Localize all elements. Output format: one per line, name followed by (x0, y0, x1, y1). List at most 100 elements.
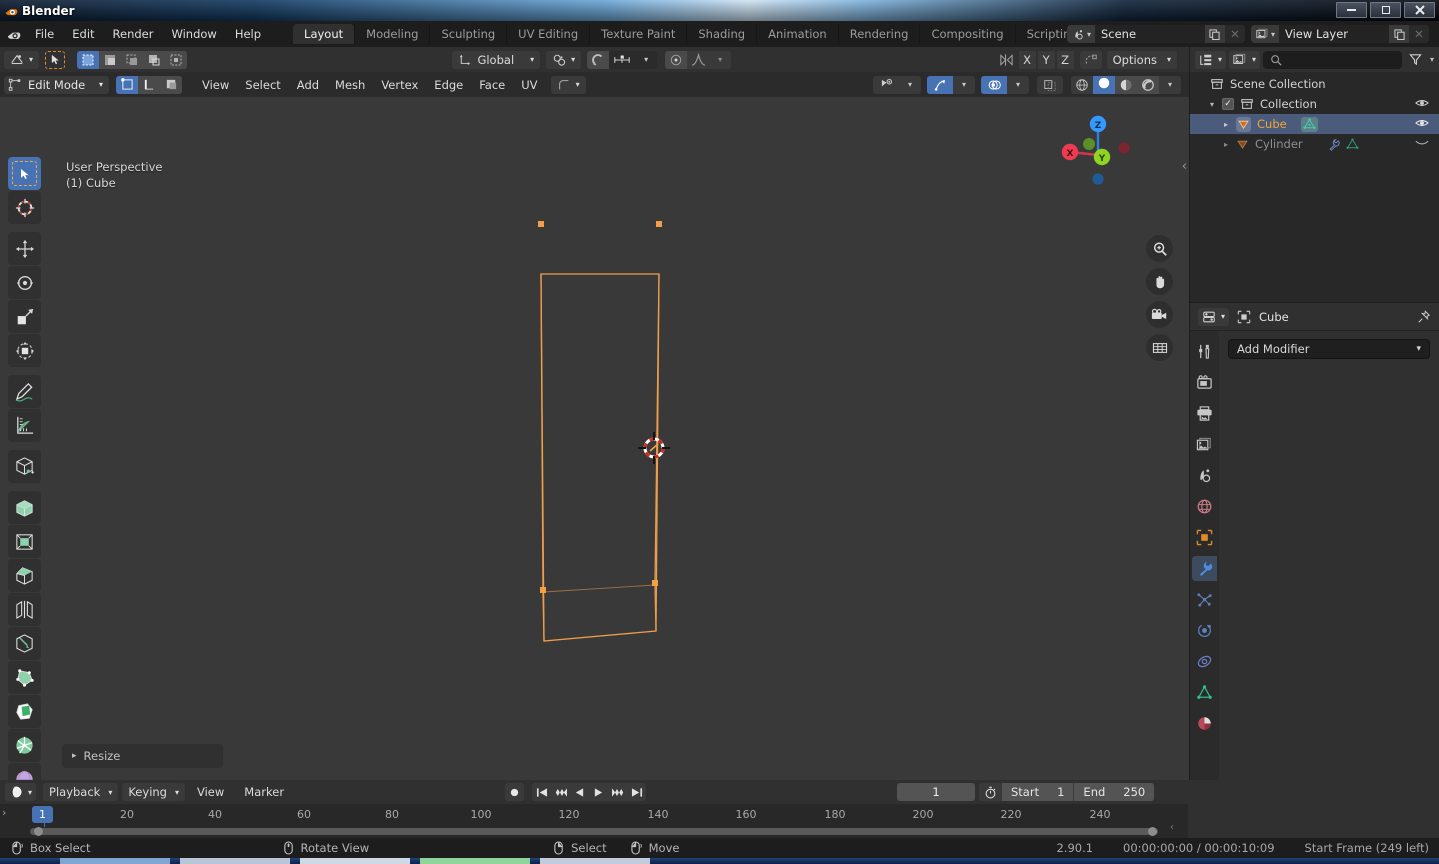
transform-tool-icon[interactable] (8, 334, 41, 367)
cursor-tool-icon[interactable] (8, 191, 41, 224)
proportional-edit-icon[interactable] (665, 50, 688, 69)
tab-texture-paint[interactable]: Texture Paint (589, 24, 686, 44)
overlays-chevron-down-icon[interactable]: ▾ (1007, 76, 1029, 94)
collection-expander-icon[interactable]: ▾ (1206, 100, 1218, 109)
timeline-scroll-handle-left[interactable] (34, 827, 43, 836)
menu-render[interactable]: Render (104, 25, 163, 43)
minimize-button[interactable] (1336, 2, 1367, 18)
properties-editor[interactable]: ▾ Cube Add Modifier ▾ (1190, 303, 1439, 780)
jump-to-end-icon[interactable] (627, 783, 646, 801)
gizmo-chevron-down-icon[interactable]: ▾ (953, 76, 975, 94)
tab-sculpting[interactable]: Sculpting (429, 24, 506, 44)
render-camera-icon[interactable] (1192, 370, 1217, 395)
show-hide-icon[interactable] (873, 76, 899, 94)
camera-view-icon[interactable] (1146, 301, 1173, 328)
spin-tool-icon[interactable] (8, 695, 41, 728)
visibility-chevron-down-icon[interactable]: ▾ (899, 76, 921, 94)
images-icon[interactable] (1192, 432, 1217, 457)
keying-menu[interactable]: Keying ▾ (122, 783, 185, 801)
physics-orbit-icon[interactable] (1192, 618, 1217, 643)
knife-tool-icon[interactable] (8, 627, 41, 660)
timeline-collapse-chevron-icon[interactable]: ‹ (1170, 822, 1174, 833)
mirror-axis-y[interactable]: Y (1037, 50, 1055, 69)
new-scene-button[interactable] (1204, 25, 1225, 43)
outliner-editor-type-icon[interactable]: ▾ (1195, 50, 1227, 69)
sidebar-expand-chevron-icon[interactable]: ‹ (1182, 159, 1187, 174)
mirror-axis-z[interactable]: Z (1056, 50, 1074, 69)
particles-icon[interactable] (1192, 587, 1217, 612)
delete-scene-button[interactable]: ✕ (1224, 25, 1245, 43)
operator-expander-icon[interactable]: ▸ (72, 751, 77, 761)
toggle-ortho-grid-icon[interactable] (1146, 334, 1173, 361)
tab-shading[interactable]: Shading (686, 24, 756, 44)
menu-window[interactable]: Window (162, 25, 225, 43)
rotate-tool-icon[interactable] (8, 266, 41, 299)
filter-funnel-icon[interactable] (1405, 53, 1427, 66)
outliner-id-type-icon[interactable]: ▾ (1229, 50, 1261, 69)
inset-faces-tool-icon[interactable] (8, 525, 41, 558)
mesh-options-icon[interactable]: ▾ (550, 75, 586, 94)
viewport-menu-select[interactable]: Select (237, 76, 288, 94)
timeline-scroll-handle-right[interactable] (1148, 827, 1157, 836)
constraints-icon[interactable] (1192, 649, 1217, 674)
smooth-tool-icon[interactable] (8, 729, 41, 762)
timeline-menu-view[interactable]: View (189, 783, 232, 801)
scene-name[interactable]: Scene (1094, 25, 1205, 43)
menu-help[interactable]: Help (226, 25, 270, 43)
solid-shading-icon[interactable] (1093, 75, 1115, 94)
navigation-gizmo[interactable]: Z X Y (1053, 107, 1143, 197)
taskbar-window[interactable] (300, 858, 410, 864)
viewport-menu-view[interactable]: View (194, 76, 237, 94)
falloff-curve-icon[interactable] (687, 50, 710, 69)
mesh-data-triangle-icon[interactable] (1192, 680, 1217, 705)
pivot-point-dropdown[interactable]: ▾ (546, 50, 582, 69)
world-globe-icon[interactable] (1192, 494, 1217, 519)
measure-tool-icon[interactable] (8, 409, 41, 442)
tab-compositing[interactable]: Compositing (919, 24, 1014, 44)
blender-menu-icon[interactable] (0, 21, 26, 47)
cube-expander-icon[interactable]: ▸ (1220, 120, 1232, 129)
timeline-scrollbar[interactable]: ‹ (0, 822, 1188, 836)
outliner-row-scene-collection[interactable]: Scene Collection (1190, 74, 1439, 94)
falloff-chevron-down-icon[interactable]: ▾ (709, 50, 732, 69)
poly-build-tool-icon[interactable] (8, 661, 41, 694)
tab-uv-editing[interactable]: UV Editing (506, 24, 589, 44)
taskbar-window[interactable] (60, 858, 170, 864)
add-modifier-button[interactable]: Add Modifier ▾ (1228, 339, 1430, 359)
collection-checkbox[interactable]: ✓ (1222, 98, 1234, 110)
show-gizmo-icon[interactable] (927, 75, 953, 94)
tweak-tool-icon[interactable] (8, 157, 41, 190)
eye-open-icon[interactable] (1415, 117, 1429, 132)
stopwatch-icon[interactable] (979, 783, 1001, 801)
tab-modeling[interactable]: Modeling (354, 24, 429, 44)
scene-cone-icon[interactable] (1192, 463, 1217, 488)
pin-icon[interactable] (1417, 309, 1431, 324)
snap-options-chevron-down-icon[interactable]: ▾ (635, 50, 658, 69)
outliner-row-cube[interactable]: ▸ Cube (1190, 114, 1439, 134)
delete-view-layer-button[interactable]: ✕ (1409, 25, 1429, 43)
loop-cut-tool-icon[interactable] (8, 593, 41, 626)
mesh-data-icon[interactable] (1346, 137, 1359, 151)
timeline-expand-chevron-icon[interactable]: › (2, 806, 6, 819)
viewport-menu-add[interactable]: Add (289, 76, 327, 94)
menu-edit[interactable]: Edit (63, 25, 103, 43)
printer-icon[interactable] (1192, 401, 1217, 426)
filter-chevron-down-icon[interactable]: ▾ (1430, 55, 1434, 64)
snap-magnet-icon[interactable] (587, 50, 610, 69)
mirror-axis-x[interactable]: X (1018, 50, 1036, 69)
viewport-options-dropdown[interactable]: Options ▾ (1106, 50, 1177, 69)
select-intersect-icon[interactable] (165, 50, 188, 69)
mesh-data-icon[interactable] (1300, 116, 1318, 132)
face-select-icon[interactable] (160, 75, 182, 94)
close-button[interactable] (1404, 2, 1435, 18)
scene-icon[interactable]: ▾ (1066, 25, 1095, 43)
interaction-mode-dropdown[interactable]: Edit Mode ▾ (4, 75, 109, 94)
toggle-xray-icon[interactable] (1037, 76, 1063, 94)
wrench-icon[interactable] (1192, 556, 1217, 581)
auto-keying-record-icon[interactable] (505, 783, 524, 801)
pan-hand-icon[interactable] (1146, 268, 1173, 295)
outliner-row-cylinder[interactable]: ▸ Cylinder (1190, 134, 1439, 154)
extrude-region-tool-icon[interactable] (8, 491, 41, 524)
select-extend-icon[interactable] (99, 50, 122, 69)
properties-editor-type-icon[interactable]: ▾ (1198, 307, 1230, 326)
